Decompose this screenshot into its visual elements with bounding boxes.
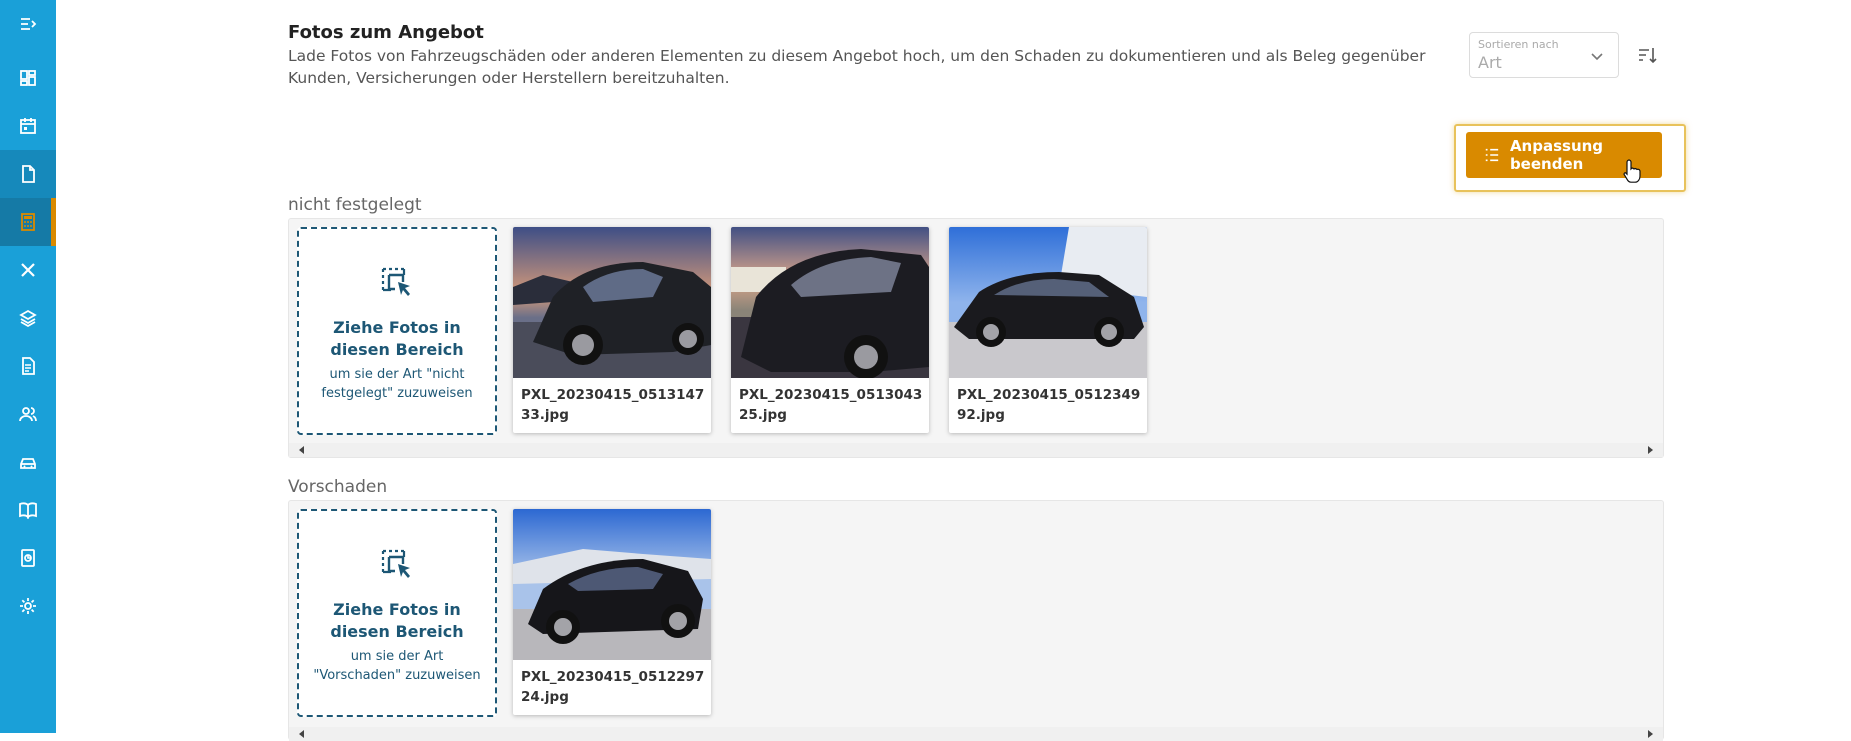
page-description: Lade Fotos von Fahrzeugschäden oder ande… <box>288 45 1468 89</box>
sidebar-item-tools[interactable] <box>0 246 56 294</box>
document-icon <box>18 164 38 184</box>
group-label: Vorschaden <box>288 477 387 497</box>
drag-select-icon <box>379 265 417 303</box>
car-photo <box>513 227 711 378</box>
chevron-down-icon <box>1588 47 1606 65</box>
sidebar-item-catalog[interactable] <box>0 486 56 534</box>
dropzone-title: Ziehe Fotos in diesen Bereich <box>309 317 485 361</box>
photo-filename: PXL_20230415_051229724.jpg <box>521 667 705 707</box>
sidebar <box>0 0 56 733</box>
photo-card[interactable]: PXL_20230415_051314733.jpg <box>513 227 711 433</box>
finish-button-highlight: Anpassung beenden <box>1454 124 1686 192</box>
photo-card[interactable]: PXL_20230415_051229724.jpg <box>513 509 711 715</box>
calculator-icon <box>18 212 38 232</box>
sort-direction-icon[interactable] <box>1636 44 1658 66</box>
collapse-menu-icon <box>18 14 38 34</box>
sidebar-item-invoices[interactable] <box>0 342 56 390</box>
sort-label: Sortieren nach <box>1478 38 1559 51</box>
sidebar-item-vehicles[interactable] <box>0 438 56 486</box>
photo-card[interactable]: PXL_20230415_051234992.jpg <box>949 227 1147 433</box>
sidebar-item-calendar[interactable] <box>0 102 56 150</box>
car-photo <box>731 227 929 378</box>
main-content: Fotos zum Angebot Lade Fotos von Fahrzeu… <box>56 0 1851 733</box>
sidebar-item-customers[interactable] <box>0 390 56 438</box>
photo-group-unassigned: Ziehe Fotos in diesen Bereich um sie der… <box>288 218 1664 458</box>
sort-select[interactable]: Sortieren nach Art <box>1469 32 1619 78</box>
drag-select-icon <box>379 547 417 585</box>
dashboard-icon <box>18 68 38 88</box>
dropzone-subtitle: um sie der Art "Vorschaden" zuzuweisen <box>307 647 487 685</box>
photo-filename: PXL_20230415_051314733.jpg <box>521 385 705 425</box>
scroll-left-icon[interactable] <box>297 729 307 739</box>
book-icon <box>18 500 38 520</box>
sidebar-item-settings[interactable] <box>0 582 56 630</box>
car-photo <box>949 227 1147 378</box>
dropzone-title: Ziehe Fotos in diesen Bereich <box>309 599 485 643</box>
horizontal-scrollbar[interactable] <box>289 443 1663 457</box>
tools-icon <box>18 260 38 280</box>
dropzone[interactable]: Ziehe Fotos in diesen Bereich um sie der… <box>297 227 497 435</box>
group-label: nicht festgelegt <box>288 195 422 215</box>
invoice-icon <box>18 356 38 376</box>
dropzone[interactable]: Ziehe Fotos in diesen Bereich um sie der… <box>297 509 497 717</box>
hand-cursor-icon <box>1622 158 1642 184</box>
scroll-left-icon[interactable] <box>297 445 307 455</box>
car-icon <box>18 452 38 472</box>
photo-group-previous-damage: Ziehe Fotos in diesen Bereich um sie der… <box>288 500 1664 740</box>
photo-filename: PXL_20230415_051234992.jpg <box>957 385 1141 425</box>
car-photo <box>513 509 711 660</box>
customers-icon <box>18 404 38 424</box>
page-title: Fotos zum Angebot <box>288 22 484 43</box>
layers-icon <box>18 308 38 328</box>
list-order-icon <box>1484 146 1500 164</box>
dropzone-subtitle: um sie der Art "nicht festgelegt" zuzuwe… <box>307 365 487 403</box>
scroll-right-icon[interactable] <box>1645 445 1655 455</box>
settings-icon <box>18 596 38 616</box>
horizontal-scrollbar[interactable] <box>289 727 1663 741</box>
photo-filename: PXL_20230415_051304325.jpg <box>739 385 923 425</box>
sidebar-item-layers[interactable] <box>0 294 56 342</box>
collapse-menu-button[interactable] <box>0 0 56 48</box>
sidebar-item-dashboard[interactable] <box>0 54 56 102</box>
sidebar-item-calculation[interactable] <box>0 198 56 246</box>
sidebar-item-documents[interactable] <box>0 150 56 198</box>
sort-value: Art <box>1478 53 1502 72</box>
sidebar-item-reports[interactable] <box>0 534 56 582</box>
report-icon <box>18 548 38 568</box>
scroll-right-icon[interactable] <box>1645 729 1655 739</box>
calendar-icon <box>18 116 38 136</box>
photo-card[interactable]: PXL_20230415_051304325.jpg <box>731 227 929 433</box>
